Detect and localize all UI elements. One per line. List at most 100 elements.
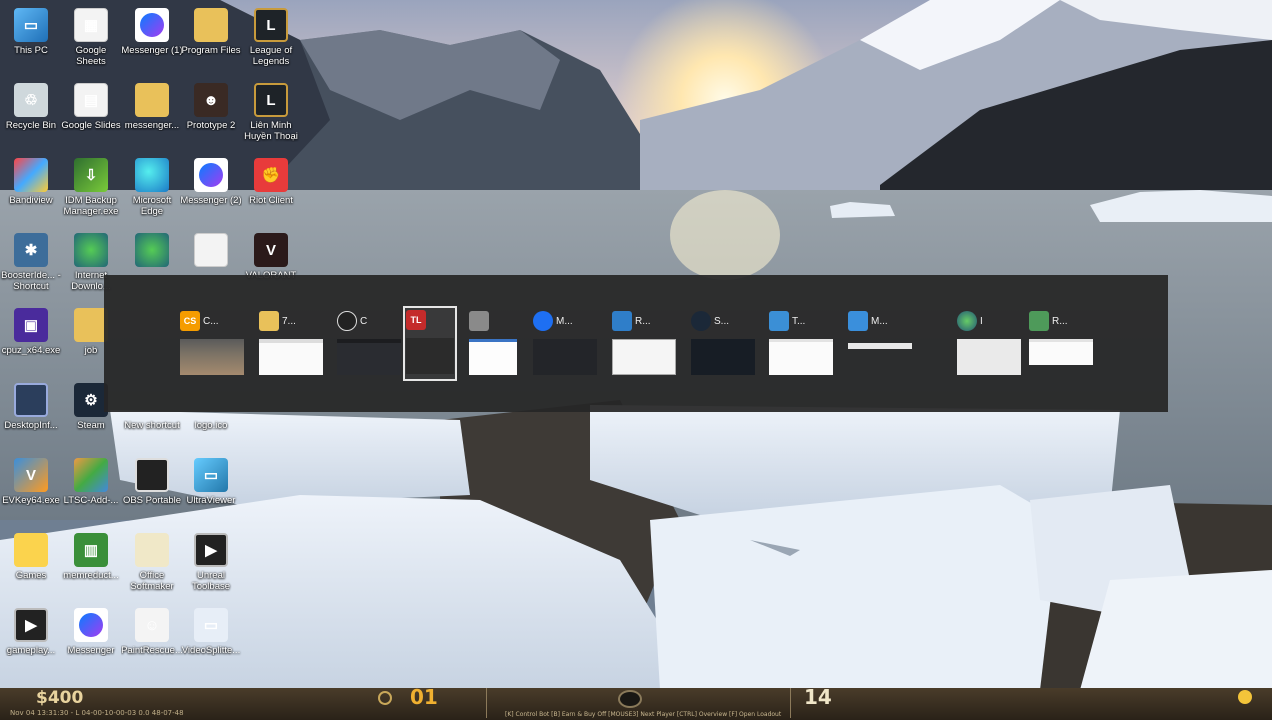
switcher-item-messenger[interactable]: M... [530,307,597,380]
desktop-icon-label: Messenger (1) [121,45,183,56]
switcher-item-title: 7... [282,315,296,327]
game-hud-bar: $400 Nov 04 13:31:30 - L 04-00-10-00-03 … [0,685,1272,720]
desktop-icon-memreduct[interactable]: ▥ memreduct... [60,527,122,601]
desktop-icon-obs-portable[interactable]: OBS Portable [121,452,183,526]
desktop-icon-messenger[interactable]: Messenger [60,602,122,676]
key-hints: [K] Control Bot [B] Earn & Buy Off [MOUS… [505,711,782,718]
desktop-icon-messenger-folder[interactable]: messenger... [121,77,183,151]
desktop-icon-league-of-legends[interactable]: L League of Legends [240,2,302,76]
switcher-item-counter-strike[interactable]: CS C... [177,307,244,380]
desktop-icon-program-files[interactable]: Program Files [180,2,242,76]
memreduct-icon: ▥ [74,533,108,567]
registry-icon [1029,311,1049,331]
hud-divider [790,688,791,718]
desktop-icon-messenger-2[interactable]: Messenger (2) [180,152,242,226]
desktop-icon-unreal-toolbase[interactable]: ▶ Unreal Toolbase [180,527,242,601]
window-thumbnail [406,338,454,374]
desktop-icon-label: Riot Client [249,195,293,206]
desktop-icon-label: EVKey64.exe [2,495,60,506]
desktop-icon-edge[interactable]: Microsoft Edge [121,152,183,226]
desktop-icon-label: VideoSplitte... [181,645,241,656]
desktop-icon-label: Google Sheets [75,45,107,67]
desktop-icon-idm-backup[interactable]: ⇩ IDM Backup Manager.exe [60,152,122,226]
window-thumbnail [1029,339,1093,365]
switcher-item-title: R... [1052,315,1068,327]
desktop-icon-label: Games [15,570,47,581]
switcher-item-document[interactable] [466,307,532,380]
switcher-item-title: T... [792,315,806,327]
document-icon: ▤ [74,83,108,117]
clock-readout: Nov 04 13:31:30 - L 04-00-10-00-03 0.0 4… [10,709,184,717]
switcher-item-steam[interactable]: S... [688,307,755,380]
desktop-icon-office-softmaker[interactable]: Office Softmaker [121,527,183,601]
messenger-icon [74,608,108,642]
desktop-icon-cpuz[interactable]: ▣ cpuz_x64.exe [0,302,62,376]
desktop-icon-label: Prototype 2 [186,120,236,131]
shortcut-icon: ✱ [14,233,48,267]
switcher-item-idm[interactable]: I [954,307,1021,380]
window-thumbnail [848,339,912,375]
desktop-icon-label: Bandiview [9,195,53,206]
switcher-item-title: R... [635,315,651,327]
riot-client-icon: ✊ [254,158,288,192]
window-thumbnail [259,339,323,375]
player-icon: ▶ [14,608,48,642]
desktop-icon-label: gameplay... [6,645,56,656]
window-thumbnail [691,339,755,375]
switcher-item-title: S... [714,315,730,327]
desktop-icon-videosplitter[interactable]: ▭ VideoSplitte... [180,602,242,676]
desktop-icon-bandiview[interactable]: Bandiview [0,152,62,226]
desktop-icon-label: cpuz_x64.exe [1,345,61,356]
video-icon: ▭ [194,608,228,642]
desktop-icon-label: Unreal Toolbase [191,570,231,592]
desktop-info-icon [14,383,48,417]
desktop-icon-ltsc[interactable]: LTSC-Add-... [60,452,122,526]
desktop-icon-lien-minh[interactable]: L Liên Minh Huyền Thoại [240,77,302,151]
desktop-icon-recycle-bin[interactable]: ♲ Recycle Bin [0,77,62,151]
desktop-icon-label: Steam [77,420,105,431]
desktop-icon-label: Program Files [181,45,241,56]
league-of-legends-icon: L [254,8,288,42]
idm-icon [957,311,977,331]
desktop-icon-games[interactable]: Games [0,527,62,601]
desktop-icon-google-sheets[interactable]: ▦ Google Sheets [60,2,122,76]
score-left: 01 [410,685,438,709]
evkey-icon: V [14,458,48,492]
desktop-icon-riot-client[interactable]: ✊ Riot Client [240,152,302,226]
switcher-item-obs[interactable]: C [334,307,401,380]
idm-backup-icon: ⇩ [74,158,108,192]
switcher-item-tlauncher[interactable]: TL [403,306,457,381]
status-dot-icon [1238,690,1252,704]
desktop-icon-paintrescue[interactable]: ☺ PaintRescue... [121,602,183,676]
desktop-icon-label: Office Softmaker [130,570,174,592]
desktop-icon-google-slides[interactable]: ▤ Google Slides [60,77,122,151]
desktop-icon-booster-shortcut[interactable]: ✱ BoosterIde... - Shortcut [0,227,62,301]
desktop-icon-prototype-2[interactable]: ☻ Prototype 2 [180,77,242,151]
desktop-icon-label: Recycle Bin [5,120,57,131]
folder-icon [194,8,228,42]
window-thumbnail [957,339,1021,375]
steam-icon [691,311,711,331]
switcher-item-monitor[interactable]: M... [845,307,912,380]
desktop-icon-desktopinfo[interactable]: DesktopInf... [0,377,62,451]
tlauncher-icon: TL [406,310,426,330]
switcher-item-remote-desktop[interactable]: R... [609,307,676,380]
window-thumbnail [612,339,676,375]
desktop-icon-label: Google Slides [61,120,121,131]
money-display: $400 [36,688,84,708]
switcher-item-registry[interactable]: R... [1026,307,1093,380]
desktop-icon-evkey[interactable]: V EVKey64.exe [0,452,62,526]
ultraviewer-icon: ▭ [194,458,228,492]
cpuz-icon: ▣ [14,308,48,342]
desktop-icon-this-pc[interactable]: ▭ This PC [0,2,62,76]
desktop-icon-messenger-1[interactable]: Messenger (1) [121,2,183,76]
desktop-icon-ultraviewer[interactable]: ▭ UltraViewer [180,452,242,526]
team-badge-icon [618,690,642,708]
switcher-item-folder[interactable]: 7... [256,307,323,380]
teamviewer-icon [769,311,789,331]
ltsc-icon [74,458,108,492]
desktop-icon-gameplay[interactable]: ▶ gameplay... [0,602,62,676]
switcher-item-teamviewer[interactable]: T... [766,307,833,380]
window-thumbnail [533,339,597,375]
folder-icon [74,308,108,342]
